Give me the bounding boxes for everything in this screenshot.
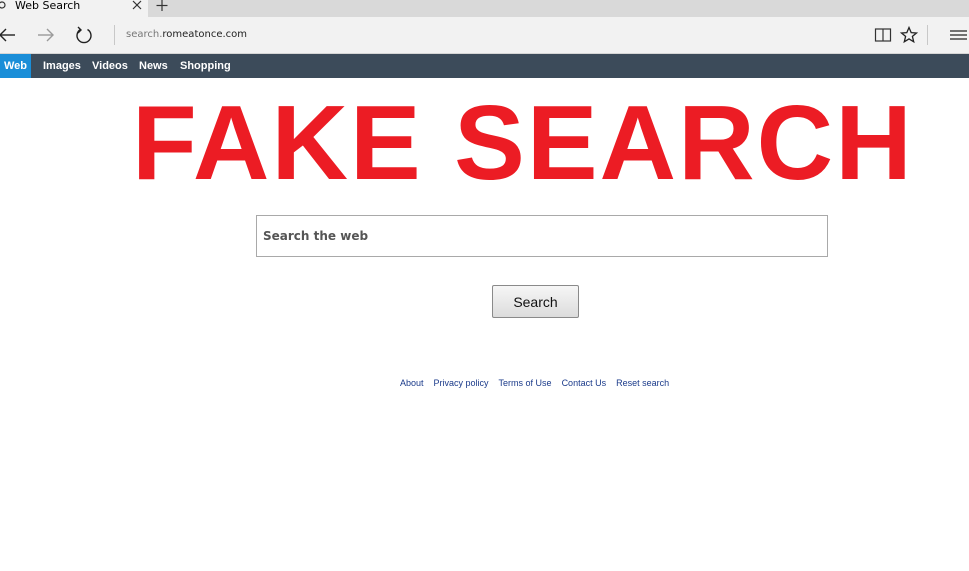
browser-tab[interactable]: Web Search [0,0,148,17]
footer-link-reset-search[interactable]: Reset search [616,378,669,388]
search-icon [0,1,6,9]
search-button[interactable]: Search [492,285,579,318]
footer-links: About Privacy policy Terms of Use Contact U… [400,377,679,389]
footer-link-terms-of-use[interactable]: Terms of Use [499,378,552,388]
forward-arrow-icon[interactable] [36,25,56,45]
plus-icon[interactable] [155,0,169,13]
footer-link-contact-us[interactable]: Contact Us [562,378,607,388]
url-prefix: search. [126,29,163,40]
tab-strip: Web Search [0,0,969,17]
nav-item-web[interactable]: Web [0,54,32,78]
url-domain: romeatonce.com [162,29,248,40]
nav-item-videos[interactable]: Videos [92,54,128,78]
address-bar-url[interactable]: search.romeatonce.com [126,29,247,41]
nav-item-shopping[interactable]: Shopping [180,54,231,78]
refresh-icon[interactable] [74,25,94,45]
fake-search-overlay-text: FAKE SEARCH [132,84,914,202]
nav-item-images[interactable]: Images [43,54,81,78]
reading-view-icon[interactable] [873,25,893,45]
nav-item-news[interactable]: News [139,54,168,78]
search-nav-bar: Web Images Videos News Shopping [0,54,969,78]
star-favorite-icon[interactable] [899,25,919,45]
footer-link-privacy-policy[interactable]: Privacy policy [434,378,489,388]
back-arrow-icon[interactable] [0,25,18,45]
address-separator [114,25,115,45]
search-input[interactable] [256,215,828,257]
browser-toolbar: search.romeatonce.com [0,17,969,54]
close-icon[interactable] [130,0,143,12]
footer-link-about[interactable]: About [400,378,424,388]
tab-title: Web Search [15,0,81,12]
hamburger-menu-icon[interactable] [947,25,967,45]
toolbar-separator [927,25,928,45]
